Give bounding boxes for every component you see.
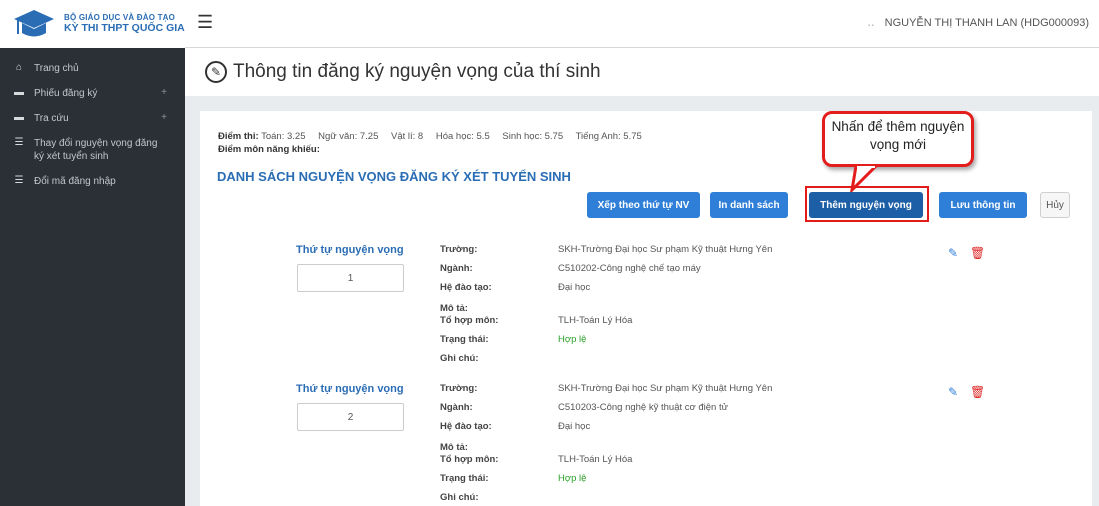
talent-score-label: Điểm môn năng khiếu:: [218, 143, 320, 155]
score-english: Tiếng Anh: 5.75: [575, 131, 642, 142]
logo[interactable]: BỘ GIÁO DỤC VÀ ĐÀO TẠO KỲ THI THPT QUỐC …: [0, 0, 185, 48]
school-label: Trường:: [440, 383, 478, 394]
scores-block: Điểm thi: Toán: 3.25 Ngữ văn: 7.25 Vật l…: [218, 131, 652, 157]
score-math: Toán: 3.25: [261, 131, 306, 142]
sidebar-item-label: Thay đổi nguyện vọng đăng ký xét tuyển s…: [34, 138, 158, 162]
sidebar-item-change-password[interactable]: ☰ Đổi mã đăng nhập: [0, 169, 185, 194]
print-list-button[interactable]: In danh sách: [710, 192, 788, 218]
school-value: SKH-Trường Đại học Sư phạm Kỹ thuật Hưng…: [558, 244, 773, 255]
order-input[interactable]: 2: [297, 403, 404, 431]
add-wish-tooltip: Nhấn để thêm nguyện vọng mới: [822, 111, 974, 167]
combo-label: Tổ hợp môn:: [440, 454, 499, 465]
edit-icon[interactable]: ✎: [948, 385, 958, 399]
combo-label: Tổ hợp môn:: [440, 315, 499, 326]
score-literature: Ngữ văn: 7.25: [318, 131, 379, 142]
sidebar-item-label: Đổi mã đăng nhập: [34, 176, 116, 187]
major-value: C510202-Công nghệ chế tạo máy: [558, 263, 701, 274]
expand-plus-icon: +: [161, 87, 167, 98]
folder-icon: ▬: [14, 87, 24, 98]
logo-line2: KỲ THI THPT QUỐC GIA: [64, 21, 185, 34]
status-label: Trạng thái:: [440, 473, 489, 484]
content-panel: Điểm thi: Toán: 3.25 Ngữ văn: 7.25 Vật l…: [200, 111, 1092, 506]
trash-icon[interactable]: 🗑: [970, 385, 985, 399]
mode-value: Đại học: [558, 421, 591, 432]
desc-label: Mô tả:: [440, 303, 468, 314]
edit-icon: ✎: [205, 61, 227, 83]
major-value: C510203-Công nghệ kỹ thuật cơ điện tử: [558, 402, 728, 413]
mode-value: Đại học: [558, 282, 591, 293]
sidebar-item-home[interactable]: ⌂ Trang chủ: [0, 56, 185, 81]
list-title: DANH SÁCH NGUYỆN VỌNG ĐĂNG KÝ XÉT TUYỂN …: [217, 169, 571, 184]
scores-label: Điểm thi:: [218, 131, 259, 142]
score-chemistry: Hóa học: 5.5: [435, 131, 490, 142]
combo-value: TLH-Toán Lý Hóa: [558, 454, 633, 465]
major-label: Ngành:: [440, 263, 473, 274]
sidebar-item-label: Trang chủ: [34, 63, 79, 74]
sidebar-item-label: Tra cứu: [34, 113, 69, 124]
trash-icon[interactable]: 🗑: [970, 246, 985, 260]
status-value: Hợp lệ: [558, 334, 587, 345]
sidebar-item-registration[interactable]: ▬ Phiếu đăng ký +: [0, 81, 185, 106]
cancel-button[interactable]: Hủy: [1040, 192, 1070, 218]
combo-value: TLH-Toán Lý Hóa: [558, 315, 633, 326]
desc-label: Mô tả:: [440, 442, 468, 453]
note-label: Ghi chú:: [440, 353, 479, 364]
menu-toggle-icon[interactable]: ☰: [197, 12, 213, 33]
save-info-button[interactable]: Lưu thông tin: [939, 192, 1027, 218]
order-label: Thứ tự nguyện vọng: [296, 244, 404, 256]
list-icon: ☰: [14, 175, 24, 186]
add-wish-button[interactable]: Thêm nguyện vọng: [809, 192, 923, 218]
sidebar-item-lookup[interactable]: ▬ Tra cứu +: [0, 106, 185, 131]
sidebar-item-change-wishes[interactable]: ☰ Thay đổi nguyện vọng đăng ký xét tuyển…: [0, 131, 185, 169]
list-icon: ☰: [14, 137, 24, 148]
page-title: Thông tin đăng ký nguyện vọng của thí si…: [233, 61, 601, 82]
major-label: Ngành:: [440, 402, 473, 413]
score-biology: Sinh học: 5.75: [502, 131, 564, 142]
edit-icon[interactable]: ✎: [948, 246, 958, 260]
user-name: NGUYỄN THỊ THANH LAN (HDG000093): [884, 17, 1089, 29]
top-bar: BỘ GIÁO DỤC VÀ ĐÀO TẠO KỲ THI THPT QUỐC …: [0, 0, 1099, 48]
school-value: SKH-Trường Đại học Sư phạm Kỹ thuật Hưng…: [558, 383, 773, 394]
home-icon: ⌂: [15, 62, 23, 73]
graduation-cap-icon: [12, 7, 56, 41]
expand-plus-icon: +: [161, 112, 167, 123]
score-physics: Vật lí: 8: [391, 131, 424, 142]
school-label: Trường:: [440, 244, 478, 255]
sidebar-item-label: Phiếu đăng ký: [34, 88, 98, 99]
note-label: Ghi chú:: [440, 492, 479, 503]
folder-icon: ▬: [14, 112, 24, 123]
user-dot-icon: ‥: [867, 17, 875, 29]
page-header: ✎ Thông tin đăng ký nguyện vọng của thí …: [185, 48, 1099, 96]
status-value: Hợp lệ: [558, 473, 587, 484]
user-menu[interactable]: ‥ NGUYỄN THỊ THANH LAN (HDG000093): [867, 16, 1089, 29]
mode-label: Hệ đào tạo:: [440, 421, 492, 432]
order-input[interactable]: 1: [297, 264, 404, 292]
status-label: Trạng thái:: [440, 334, 489, 345]
order-label: Thứ tự nguyện vọng: [296, 383, 404, 395]
sort-by-order-button[interactable]: Xếp theo thứ tự NV: [587, 192, 700, 218]
mode-label: Hệ đào tạo:: [440, 282, 492, 293]
sidebar: ⌂ Trang chủ ▬ Phiếu đăng ký + ▬ Tra cứu …: [0, 48, 185, 506]
